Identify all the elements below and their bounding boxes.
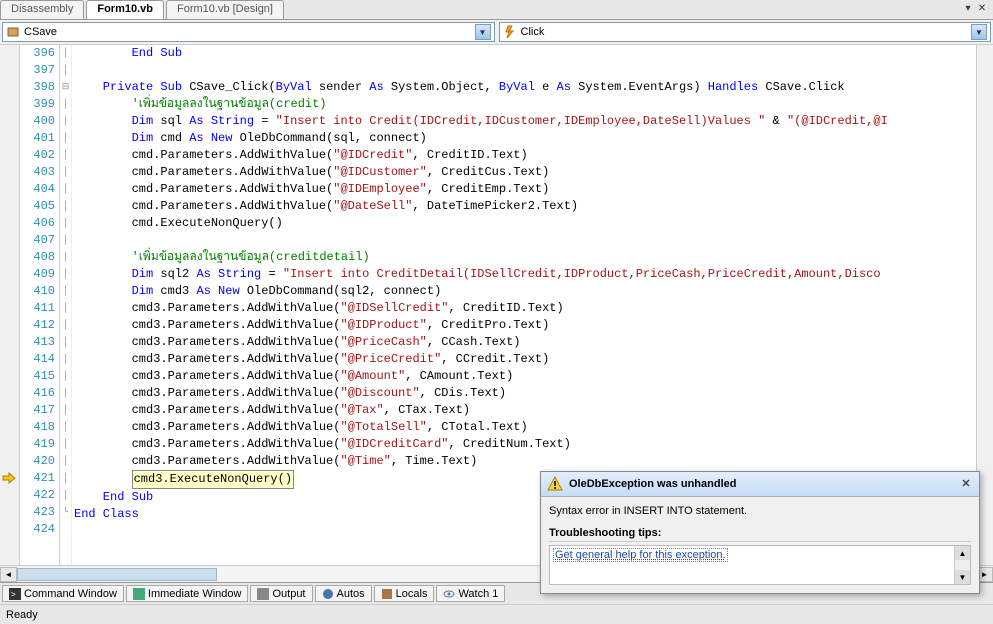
class-dropdown-text: CSave <box>24 26 475 38</box>
tips-listbox: Get general help for this exception. ▲ ▼ <box>549 545 971 585</box>
tab-dropdown-icon[interactable]: ▾ <box>961 0 975 19</box>
outline-column[interactable]: ││⊟││││││││││││││││││││││││└ <box>60 45 72 565</box>
line-number-gutter: 3963973983994004014024034044054064074084… <box>20 45 60 565</box>
chevron-down-icon: ▼ <box>475 24 491 40</box>
autos-icon <box>322 588 334 600</box>
warning-icon <box>547 476 563 492</box>
member-dropdown[interactable]: Click ▼ <box>499 22 992 42</box>
help-link[interactable]: Get general help for this exception. <box>553 548 728 562</box>
status-text: Ready <box>6 609 38 621</box>
current-line-arrow-icon <box>2 471 16 485</box>
member-nav-bar: CSave ▼ Click ▼ <box>0 20 993 45</box>
scroll-left-icon[interactable]: ◄ <box>0 567 17 582</box>
locals-icon <box>381 588 393 600</box>
tab-close-icon[interactable]: ✕ <box>975 0 989 19</box>
tips-scrollbar[interactable]: ▲ ▼ <box>954 546 970 584</box>
tab-disassembly[interactable]: Disassembly <box>0 0 84 19</box>
indicator-margin <box>0 45 20 565</box>
output-icon <box>257 588 269 600</box>
chevron-down-icon: ▼ <box>971 24 987 40</box>
tab-locals[interactable]: Locals <box>374 585 435 602</box>
lightning-icon <box>503 25 517 39</box>
scroll-down-icon[interactable]: ▼ <box>955 570 970 584</box>
scroll-up-icon[interactable]: ▲ <box>955 546 970 560</box>
tab-autos[interactable]: Autos <box>315 585 372 602</box>
status-bar: Ready <box>0 604 993 624</box>
watch-icon <box>443 588 455 600</box>
exception-title: OleDbException was unhandled <box>569 478 959 490</box>
immediate-icon <box>133 588 145 600</box>
class-dropdown[interactable]: CSave ▼ <box>2 22 495 42</box>
tab-immediate-window[interactable]: Immediate Window <box>126 585 249 602</box>
tips-header: Troubleshooting tips: <box>549 527 971 542</box>
svg-text:>: > <box>11 590 16 599</box>
close-icon[interactable]: ✕ <box>959 477 973 491</box>
cmd-icon: > <box>9 588 21 600</box>
class-icon <box>6 25 20 39</box>
hscroll-thumb[interactable] <box>17 568 217 581</box>
document-tab-bar: Disassembly Form10.vb Form10.vb [Design]… <box>0 0 993 20</box>
exception-message: Syntax error in INSERT INTO statement. <box>549 505 971 517</box>
tab-command-window[interactable]: >Command Window <box>2 585 124 602</box>
tab-form10vb[interactable]: Form10.vb <box>86 0 164 19</box>
tab-output[interactable]: Output <box>250 585 312 602</box>
tab-watch1[interactable]: Watch 1 <box>436 585 505 602</box>
tab-form10vb-design[interactable]: Form10.vb [Design] <box>166 0 284 19</box>
exception-assistant-popup: OleDbException was unhandled ✕ Syntax er… <box>540 471 980 594</box>
member-dropdown-text: Click <box>521 26 972 38</box>
current-statement: cmd3.ExecuteNonQuery() <box>132 470 294 489</box>
exception-header: OleDbException was unhandled ✕ <box>541 472 979 497</box>
